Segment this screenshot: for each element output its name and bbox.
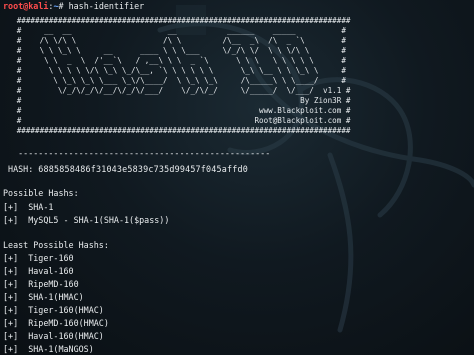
hash-value: 6885858486f31043e5839c735d99457f045affd0 <box>38 164 248 174</box>
hash-label: HASH: <box>3 164 39 174</box>
command-text: hash-identifier <box>68 1 145 11</box>
least-hash-item: [+] Tiger-160(HMAC) <box>3 305 104 315</box>
least-hash-item: [+] Tiger-160 <box>3 253 74 263</box>
terminal-window[interactable]: root@kali:~# hash-identifier ###########… <box>0 0 474 355</box>
least-hash-item: [+] SHA-1(MaNGOS) <box>3 344 94 354</box>
banner-line: # \/_/\/_/\/__/\/_/\/___/ \/_/\/_/ \/___… <box>3 86 351 95</box>
least-hash-item: [+] RipeMD-160 <box>3 279 79 289</box>
least-hash-item: [+] RipeMD-160(HMAC) <box>3 318 109 328</box>
banner-line: # /\ \/\ \ /\ \ /\__ _\ /\ _ `\ # <box>3 36 346 45</box>
banner-line: # \ \_\ \_\ \___ \_\/\____/ \ \_\ \_\ /\… <box>3 76 346 85</box>
banner-line: # \ \ _ \ /'__`\ / ,__\ \ \ _ `\ \ \ \ \… <box>3 56 346 65</box>
possible-hashs-heading: Possible Hashs: <box>3 188 79 198</box>
banner-line: # Root@Blackploit.com # <box>3 116 351 125</box>
least-hash-item: [+] Haval-160 <box>3 266 74 276</box>
possible-hash-item: [+] SHA-1 <box>3 202 54 212</box>
banner-line: ########################################… <box>3 126 351 135</box>
banner-line: # \ \ \_\ \ __ ____ \ \ \___ \/_/\ \/ \ … <box>3 46 346 55</box>
prompt-line: root@kali:~# hash-identifier <box>3 1 144 11</box>
banner-line: # By Zion3R # <box>3 96 351 105</box>
prompt-symbol: # <box>58 1 69 11</box>
banner-line: # __ __ __ ______ _____ # <box>3 26 346 35</box>
banner-line: ########################################… <box>3 16 351 25</box>
possible-hash-item: [+] MySQL5 - SHA-1(SHA-1($pass)) <box>3 215 170 225</box>
dragon-curve <box>327 152 354 333</box>
least-hash-item: [+] SHA-1(HMAC) <box>3 292 84 302</box>
prompt-user-host: root@kali <box>3 1 49 11</box>
hash-line: HASH: 6885858486f31043e5839c735d99457f04… <box>3 164 248 174</box>
least-possible-hashs-heading: Least Possible Hashs: <box>3 240 109 250</box>
least-hash-item: [+] Haval-160(HMAC) <box>3 331 104 341</box>
banner-line: # www.Blackploit.com # <box>3 106 351 115</box>
divider-line: ----------------------------------------… <box>3 148 271 158</box>
banner-line: # \ \ \ \ \/\ \_\ \_/\__, `\ \ \ \ \ \ \… <box>3 66 346 75</box>
